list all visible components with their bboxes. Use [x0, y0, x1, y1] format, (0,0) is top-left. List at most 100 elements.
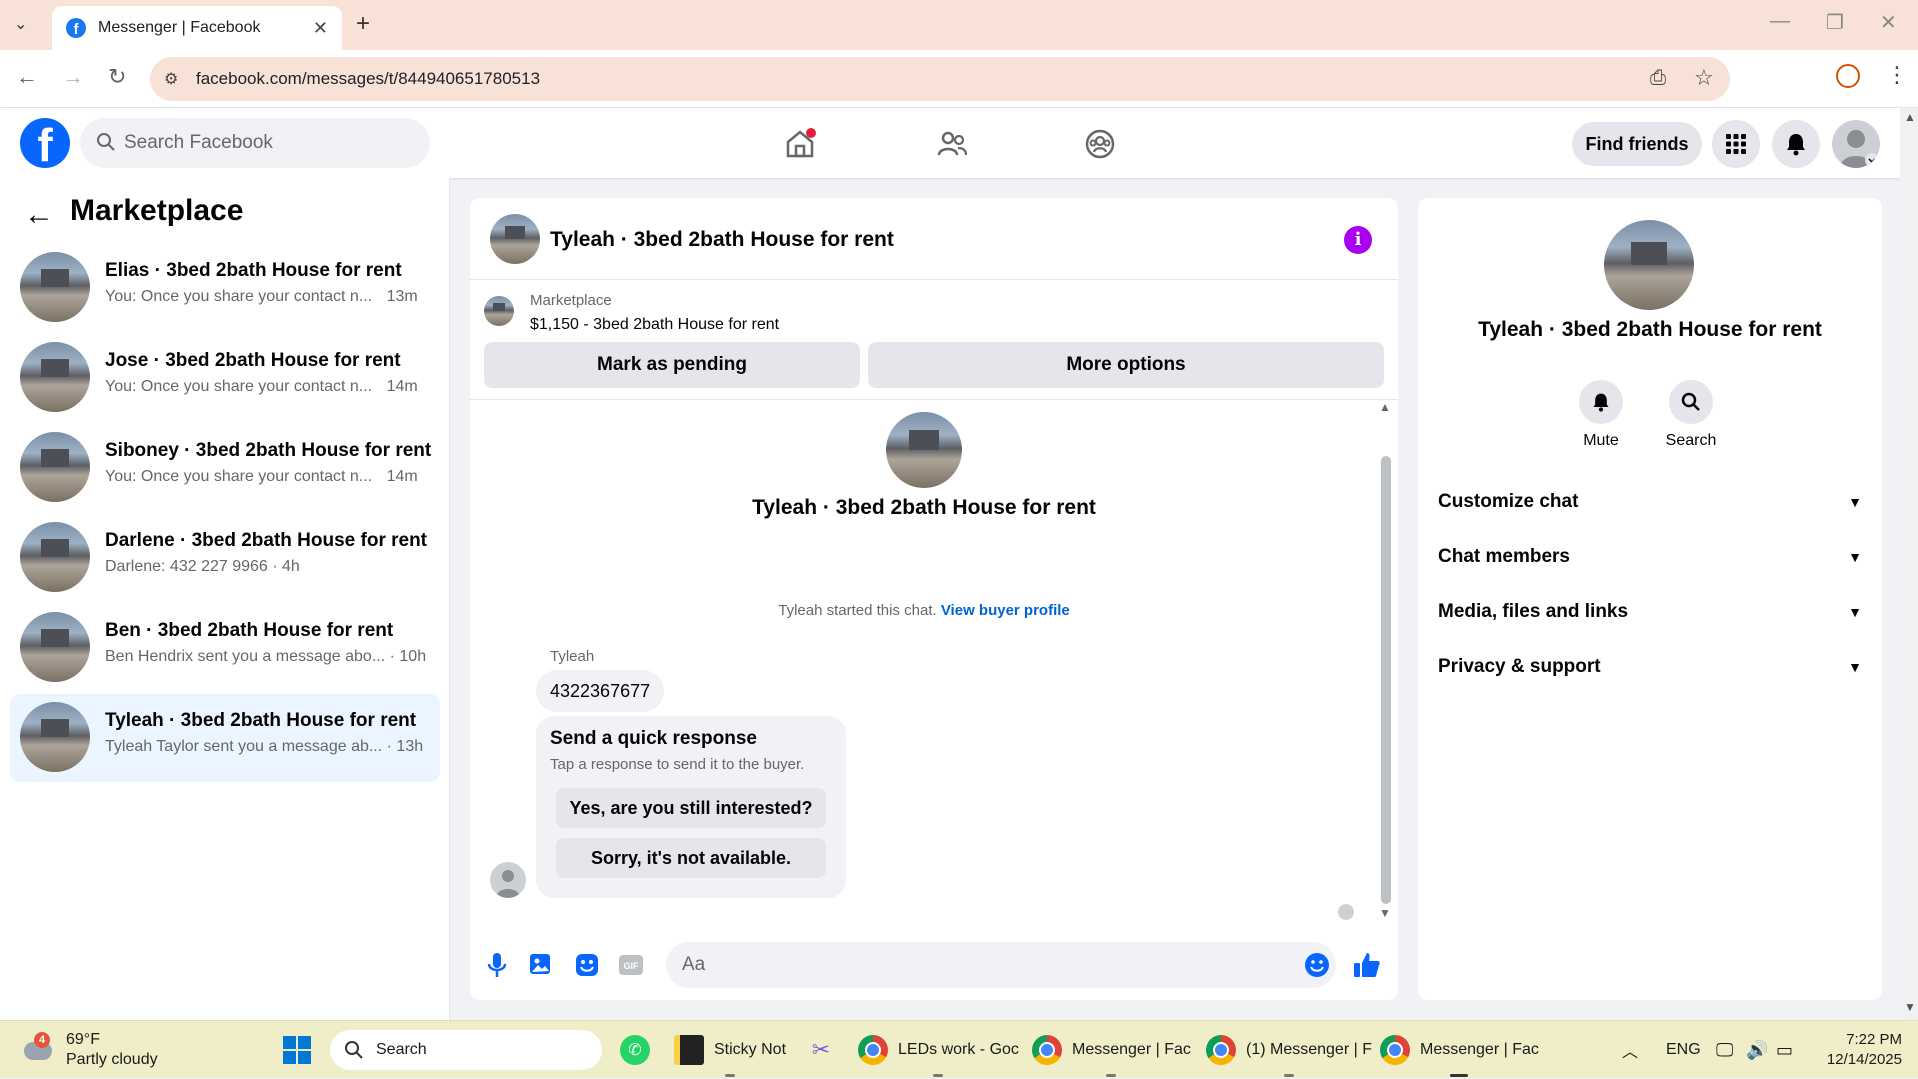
marketplace-conversation-list: ← Marketplace Elias · 3bed 2bath House f… — [0, 178, 450, 1020]
mark-as-pending-button[interactable]: Mark as pending — [484, 342, 860, 388]
facebook-search-input[interactable]: Search Facebook — [80, 118, 430, 168]
quick-response-not-available-button[interactable]: Sorry, it's not available. — [556, 838, 826, 878]
bell-icon — [1579, 380, 1623, 424]
chat-title[interactable]: Tyleah · 3bed 2bath House for rent — [550, 228, 894, 252]
message-input[interactable]: Aa — [666, 942, 1336, 988]
gif-icon[interactable]: GIF — [616, 950, 646, 980]
scroll-down-icon[interactable]: ▼ — [1379, 906, 1391, 920]
conversation-item[interactable]: Darlene · 3bed 2bath House for rent Darl… — [10, 514, 440, 602]
chrome-icon — [858, 1035, 888, 1065]
snipping-tool-app[interactable]: ✂ — [806, 1021, 846, 1079]
tab-close-icon[interactable]: ✕ — [313, 18, 328, 39]
conversation-avatar — [20, 342, 90, 412]
conversation-avatar — [20, 252, 90, 322]
page-scroll-up-icon[interactable]: ▲ — [1904, 110, 1916, 124]
chrome-window-leds[interactable]: LEDs work - Goc — [858, 1021, 1019, 1079]
conversation-item[interactable]: Jose · 3bed 2bath House for rent You: On… — [10, 334, 440, 422]
conversation-item[interactable]: Siboney · 3bed 2bath House for rent You:… — [10, 424, 440, 512]
address-bar[interactable]: ⚙ facebook.com/messages/t/84494065178051… — [150, 57, 1730, 101]
friends-icon[interactable] — [932, 124, 972, 164]
mute-button[interactable]: Mute — [1556, 380, 1646, 450]
facebook-header: f Search Facebook Find friends — [0, 108, 1900, 178]
chrome-window-messenger-2[interactable]: (1) Messenger | F — [1206, 1021, 1372, 1079]
customize-chat-section[interactable]: Customize chat ▼ — [1438, 482, 1862, 522]
svg-text:GIF: GIF — [624, 961, 640, 971]
reload-icon[interactable]: ↻ — [108, 64, 126, 90]
conversation-snippet: You: Once you share your contact n... 14… — [105, 468, 418, 485]
window-close-icon[interactable]: ✕ — [1880, 10, 1897, 35]
site-info-icon[interactable]: ⚙ — [164, 69, 178, 89]
conversation-item-active[interactable]: Tyleah · 3bed 2bath House for rent Tylea… — [10, 694, 440, 782]
volume-icon[interactable]: 🔊 — [1746, 1021, 1768, 1079]
windows-logo-icon — [283, 1036, 311, 1064]
bookmark-star-icon[interactable]: ☆ — [1694, 65, 1714, 91]
forward-icon[interactable]: → — [62, 64, 84, 90]
account-avatar[interactable] — [1832, 120, 1880, 168]
home-icon[interactable] — [780, 124, 820, 164]
view-buyer-profile-link[interactable]: View buyer profile — [941, 602, 1070, 619]
emoji-icon[interactable] — [1302, 950, 1332, 980]
seen-indicator-avatar — [1338, 904, 1354, 920]
tab-messenger[interactable]: f Messenger | Facebook ✕ — [52, 6, 342, 50]
thread-avatar — [886, 412, 962, 488]
find-friends-button[interactable]: Find friends — [1572, 122, 1702, 166]
chrome-window-messenger-3[interactable]: Messenger | Fac — [1380, 1021, 1539, 1079]
thread-scrollbar[interactable] — [1381, 456, 1391, 904]
conversation-item[interactable]: Elias · 3bed 2bath House for rent You: O… — [10, 244, 440, 332]
sticky-notes-app[interactable]: Sticky Not — [674, 1021, 786, 1079]
show-hidden-icons[interactable]: ︿ — [1622, 1021, 1638, 1079]
quick-response-interested-button[interactable]: Yes, are you still interested? — [556, 788, 826, 828]
listing-title[interactable]: $1,150 - 3bed 2bath House for rent — [530, 316, 779, 334]
scroll-up-icon[interactable]: ▲ — [1379, 400, 1391, 414]
restore-icon[interactable]: ❐ — [1826, 10, 1844, 35]
menu-kebab-icon[interactable]: ⋮ — [1886, 62, 1908, 88]
chat-avatar[interactable] — [490, 214, 540, 264]
chat-members-section[interactable]: Chat members ▼ — [1438, 537, 1862, 577]
tab-list-icon[interactable]: ⌄ — [14, 14, 27, 34]
weather-widget[interactable]: 4 69°F Partly cloudy — [20, 1021, 158, 1079]
microphone-icon[interactable] — [482, 950, 512, 980]
photo-icon[interactable] — [526, 950, 556, 980]
minimize-icon[interactable]: — — [1770, 10, 1790, 33]
more-options-button[interactable]: More options — [868, 342, 1384, 388]
back-arrow-icon[interactable]: ← — [24, 198, 54, 232]
whatsapp-app[interactable]: ✆ — [620, 1021, 660, 1079]
chevron-down-icon: ▼ — [1848, 604, 1862, 620]
chrome-window-messenger-1[interactable]: Messenger | Fac — [1032, 1021, 1191, 1079]
listing-thumbnail[interactable] — [484, 296, 514, 326]
notifications-bell-icon[interactable] — [1772, 120, 1820, 168]
start-button[interactable] — [282, 1021, 312, 1079]
search-in-chat-button[interactable]: Search — [1646, 380, 1736, 450]
weather-condition: Partly cloudy — [66, 1051, 158, 1068]
install-icon[interactable]: ⎙ — [1650, 67, 1666, 90]
taskbar-search-box[interactable]: Search — [330, 1030, 602, 1070]
conversation-avatar — [20, 702, 90, 772]
conversation-name: Ben · 3bed 2bath House for rent — [105, 620, 394, 641]
privacy-support-section[interactable]: Privacy & support ▼ — [1438, 647, 1862, 687]
chevron-down-icon: ▼ — [1848, 659, 1862, 675]
clock-date: 12/14/2025 — [1826, 1051, 1902, 1068]
battery-icon[interactable]: ▭ — [1776, 1021, 1793, 1079]
new-tab-icon[interactable]: + — [356, 10, 370, 38]
conversation-avatar — [20, 612, 90, 682]
thumbs-up-icon[interactable] — [1352, 950, 1382, 980]
menu-grid-icon[interactable] — [1712, 120, 1760, 168]
browser-tab-bar: ⌄ f Messenger | Facebook ✕ + — ❐ ✕ — [0, 0, 1918, 50]
media-files-links-section[interactable]: Media, files and links ▼ — [1438, 592, 1862, 632]
back-icon[interactable]: ← — [16, 64, 38, 90]
network-icon[interactable]: 🖵 — [1716, 1021, 1733, 1079]
language-indicator[interactable]: ENG — [1666, 1021, 1701, 1079]
message-bubble[interactable]: 4322367677 — [536, 670, 665, 712]
page-scrollbar[interactable]: ▲ ▼ — [1900, 108, 1918, 1020]
profile-icon[interactable] — [1836, 64, 1860, 88]
facebook-logo-icon[interactable]: f — [20, 118, 70, 168]
details-avatar — [1604, 220, 1694, 310]
clock[interactable]: 7:22 PM 12/14/2025 — [1812, 1021, 1902, 1079]
sticker-icon[interactable] — [572, 950, 602, 980]
browser-toolbar: ← → ↻ ⚙ facebook.com/messages/t/84494065… — [0, 50, 1918, 108]
page-scroll-down-icon[interactable]: ▼ — [1904, 1000, 1916, 1014]
conversation-name: Darlene · 3bed 2bath House for rent — [105, 530, 428, 551]
conversation-item[interactable]: Ben · 3bed 2bath House for rent Ben Hend… — [10, 604, 440, 692]
info-icon[interactable]: i — [1344, 226, 1372, 254]
groups-icon[interactable] — [1080, 124, 1120, 164]
